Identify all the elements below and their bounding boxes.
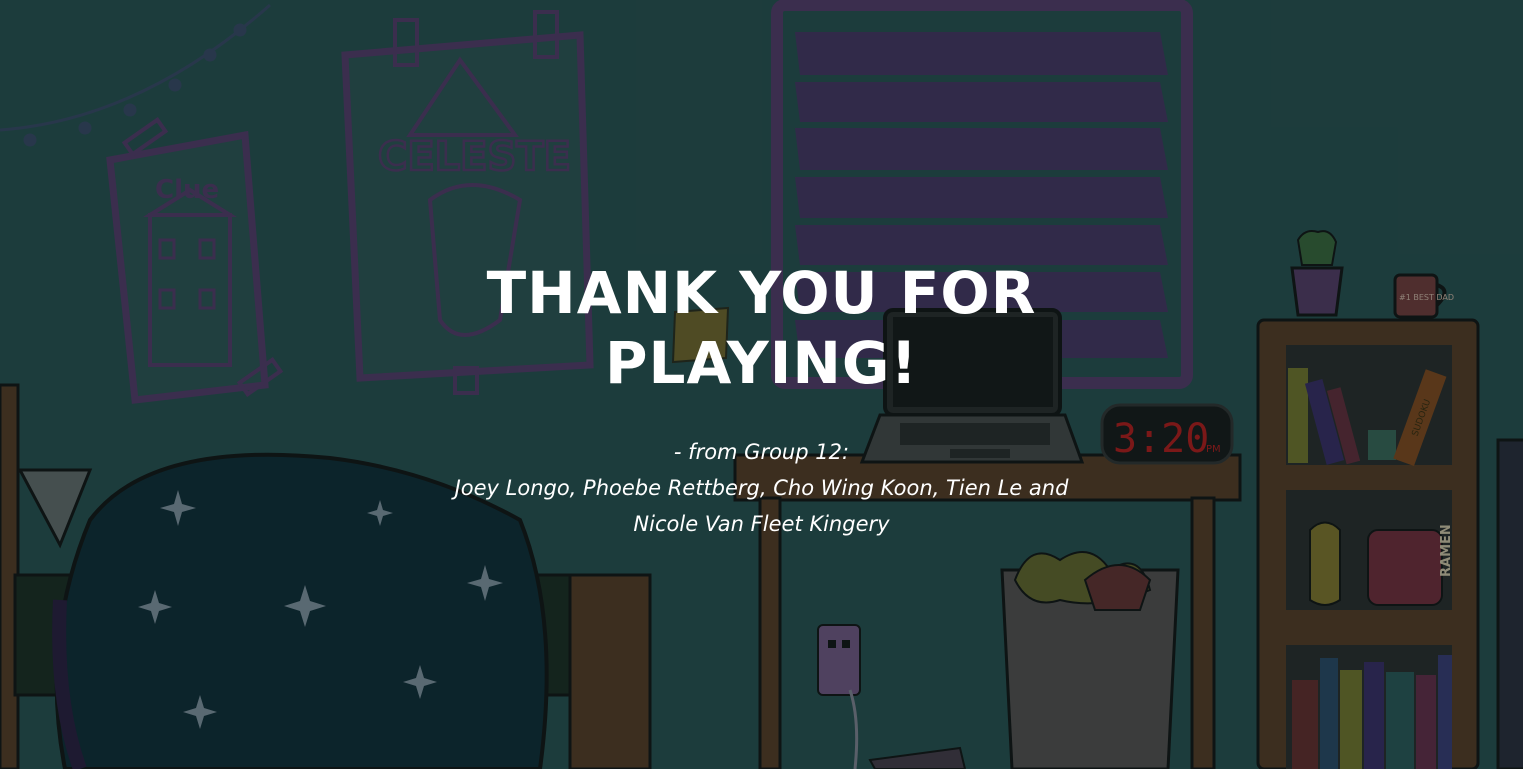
group-line: - from Group 12: (673, 440, 850, 464)
team-names: Joey Longo, Phoebe Rettberg, Cho Wing Ko… (454, 476, 1069, 536)
credits-panel: THANK YOU FOR PLAYING! - from Group 12: … (0, 258, 1523, 542)
game-end-screen: Clue CELESTE 3:20 PM SUDOKU RAMEN #1 BES… (0, 0, 1523, 769)
thank-you-title: THANK YOU FOR PLAYING! (486, 259, 1037, 397)
